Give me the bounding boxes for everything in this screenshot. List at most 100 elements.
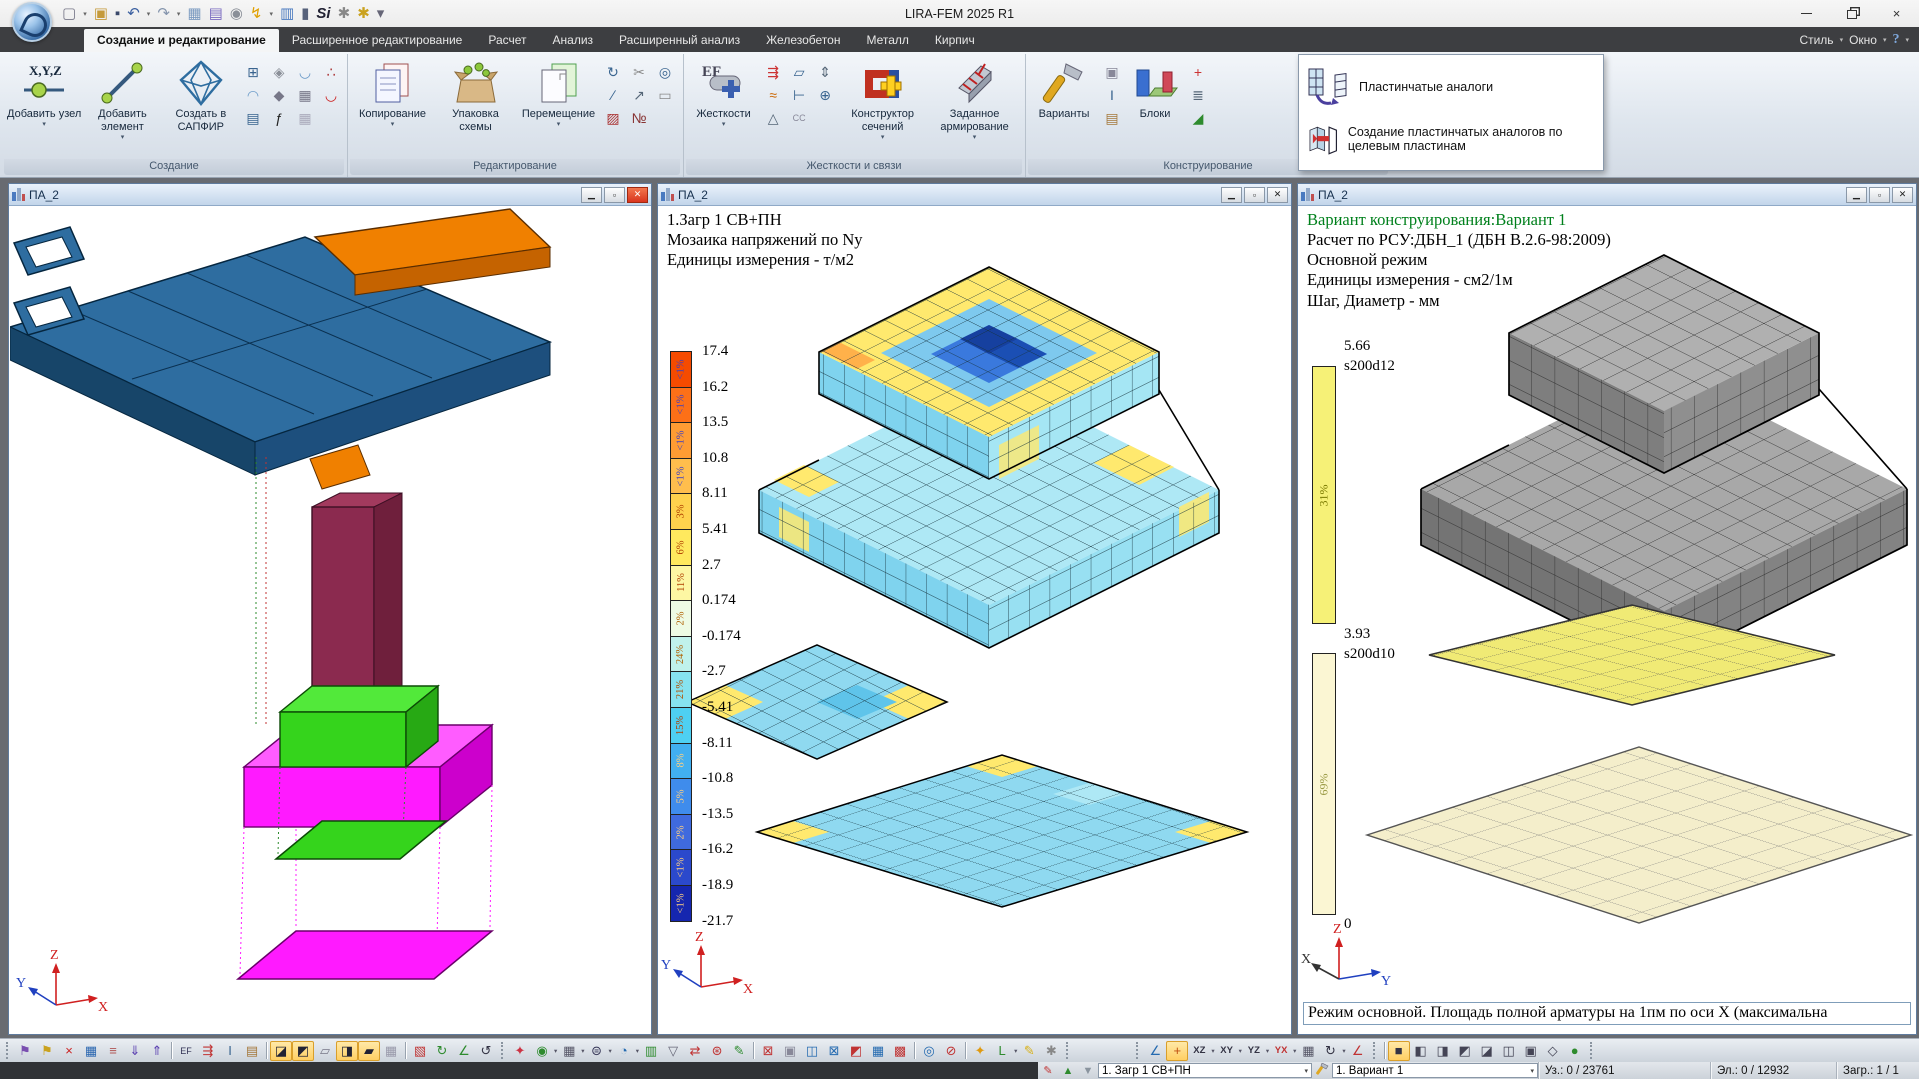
projection-xy-icon-dropdown[interactable]: ▾ [1239,1047,1242,1055]
resize-icon[interactable]: ↗ [628,85,650,105]
projection-yz-icon[interactable]: YZ [1243,1041,1265,1061]
gray-cube-icon[interactable]: ▣ [779,1041,801,1061]
view-left-icon[interactable]: ◩ [1454,1041,1476,1061]
sphere-select-icon-dropdown[interactable]: ▾ [554,1047,557,1055]
flag-gold-icon[interactable]: ⚑ [36,1041,58,1061]
building-icon[interactable]: ▤ [242,108,264,128]
steel-section-icon[interactable]: I [219,1041,241,1061]
blocks-button[interactable]: Блоки [1127,57,1183,157]
undo-view-icon[interactable]: ↺ [475,1041,497,1061]
mesh-icon[interactable]: ▦ [294,85,316,105]
select-plate-icon[interactable]: ◫ [801,1041,823,1061]
labels-icon[interactable]: L [991,1041,1013,1061]
run-calculation-icon-dropdown[interactable]: ▾ [269,10,273,18]
springs-icon[interactable]: ≈ [762,85,784,105]
arc-icon[interactable]: ◡ [320,85,342,105]
copy-button[interactable]: Копирование▾ [353,57,432,157]
arrows-down-icon[interactable]: ⇓ [124,1041,146,1061]
masonry-icon[interactable]: ▤ [241,1041,263,1061]
brick-icon[interactable]: ▤ [1101,108,1123,128]
flip-icon[interactable]: ⇄ [684,1041,706,1061]
section-builder-button[interactable]: Конструктор сечений▾ [840,57,925,157]
variant-selector[interactable]: 1. Вариант 1▾ [1332,1063,1538,1078]
rebar-lines-icon[interactable]: ≣ [1187,85,1209,105]
show-plates-icon[interactable]: ◪ [270,1041,292,1061]
child-close-button[interactable]: ✕ [1892,187,1913,203]
flag-purple-icon[interactable]: ⚑ [14,1041,36,1061]
color-block-icon[interactable]: ▧ [409,1041,431,1061]
zoom-off-icon[interactable]: ⊘ [940,1041,962,1061]
projection-xz-icon[interactable]: XZ [1188,1041,1210,1061]
book-icon[interactable]: ▤ [209,6,223,21]
panel-icon[interactable]: ▭ [654,85,676,105]
model-box-icon[interactable]: ▦ [187,6,201,21]
rebar-plus-icon[interactable]: + [1187,62,1209,82]
move-button[interactable]: Перемещение▾ [519,57,598,157]
create-in-sapfir-button[interactable]: Создать в САПФИР [164,57,238,157]
child-restore-button[interactable]: ▫ [1244,187,1265,203]
gear-icon[interactable]: ✱ [1040,1041,1062,1061]
projection-yx-icon[interactable]: YX [1270,1041,1292,1061]
results-chart-icon[interactable]: ▥ [280,6,294,21]
flyout-item-plate-analogs[interactable]: Пластинчатые аналоги [1307,61,1595,113]
frame-red-icon[interactable]: ▩ [889,1041,911,1061]
restore-button[interactable] [1829,0,1874,27]
sphere-select-icon[interactable]: ◉ [531,1041,553,1061]
numbers-icon[interactable]: ≡ [102,1041,124,1061]
rotate-view-icon-dropdown[interactable]: ▾ [1342,1047,1345,1055]
ribbon-tab-1[interactable]: Создание и редактирование [84,29,279,52]
view-top-icon[interactable]: ◧ [1410,1041,1432,1061]
pack-model-button[interactable]: Упаковка схемы [436,57,515,157]
unselect-cube-icon[interactable]: ⊠ [757,1041,779,1061]
dashed-grid-icon[interactable]: ▦ [294,108,316,128]
child-window-reinforcement[interactable]: ПА_2 ▁ ▫ ✕ Вариант конструирования:Вариа… [1297,183,1917,1035]
scatter-icon[interactable]: ∴ [320,62,342,82]
frame-icon[interactable]: ⊞ [242,62,264,82]
zfxy-icon[interactable]: ƒ [268,108,290,128]
rebar-dot-icon[interactable]: ◢ [1187,108,1209,128]
funnel-icon[interactable]: ▽ [662,1041,684,1061]
child-restore-button[interactable]: ▫ [604,187,625,203]
child-close-button[interactable]: ✕ [1267,187,1288,203]
redo-icon[interactable]: ↷ [157,6,170,21]
select-frame-icon[interactable]: ◩ [845,1041,867,1061]
child-minimize-button[interactable]: ▁ [581,187,602,203]
redo-icon-dropdown[interactable]: ▾ [177,10,181,18]
undo-icon-dropdown[interactable]: ▾ [147,10,151,18]
grid-small-icon[interactable]: ▦ [1297,1041,1319,1061]
stiffness-button[interactable]: EF Жесткости▾ [689,57,758,157]
projection-xz-icon-dropdown[interactable]: ▾ [1211,1047,1214,1055]
ef-circle-icon[interactable]: ⊜ [586,1041,608,1061]
ribbon-tab-5[interactable]: Расширенный анализ [606,29,753,52]
child-minimize-button[interactable]: ▁ [1221,187,1242,203]
ef-circle-icon-dropdown[interactable]: ▾ [609,1047,612,1055]
show-slabs-icon[interactable]: ▰ [358,1041,380,1061]
compass-icon-dropdown[interactable]: ▾ [636,1047,639,1055]
dome-icon[interactable]: ◡ [294,62,316,82]
loads-icon[interactable]: ⇶ [197,1041,219,1061]
labels-icon-dropdown[interactable]: ▾ [1014,1047,1017,1055]
brush-icon[interactable]: ✎ [728,1041,750,1061]
variant-hammer-icon[interactable] [1312,1063,1332,1078]
ribbon-tab-6[interactable]: Железобетон [753,29,853,52]
grid-select-icon[interactable]: ▦ [558,1041,580,1061]
calc-settings-icon[interactable]: ✱ [357,6,370,21]
move-view-icon[interactable]: + [1166,1041,1188,1061]
select-zoom-icon[interactable]: ◎ [654,62,676,82]
numbering-icon[interactable]: № [628,108,650,128]
delete-icon[interactable]: × [58,1041,80,1061]
variants-button[interactable]: Варианты [1031,57,1097,157]
qat-more-icon[interactable]: ▾ [377,6,385,21]
child-titlebar[interactable]: ПА_2 ▁ ▫ ✕ [9,184,651,206]
undo-icon[interactable]: ↶ [127,6,140,21]
child-window-model[interactable]: ПА_2 ▁ ▫ ✕ [8,183,652,1035]
slash-icon[interactable]: ∕ [602,85,624,105]
scissors-icon[interactable]: ✂ [628,62,650,82]
knot-icon[interactable]: ⊛ [706,1041,728,1061]
poly-filter-icon[interactable]: ✦ [509,1041,531,1061]
child-titlebar[interactable]: ПА_2 ▁ ▫ ✕ [658,184,1291,206]
show-bars-icon[interactable]: ◨ [336,1041,358,1061]
new-file-icon[interactable]: ▢ [62,6,76,21]
app-logo-icon[interactable] [12,2,52,42]
axes-blue-icon[interactable]: ∠ [1144,1041,1166,1061]
